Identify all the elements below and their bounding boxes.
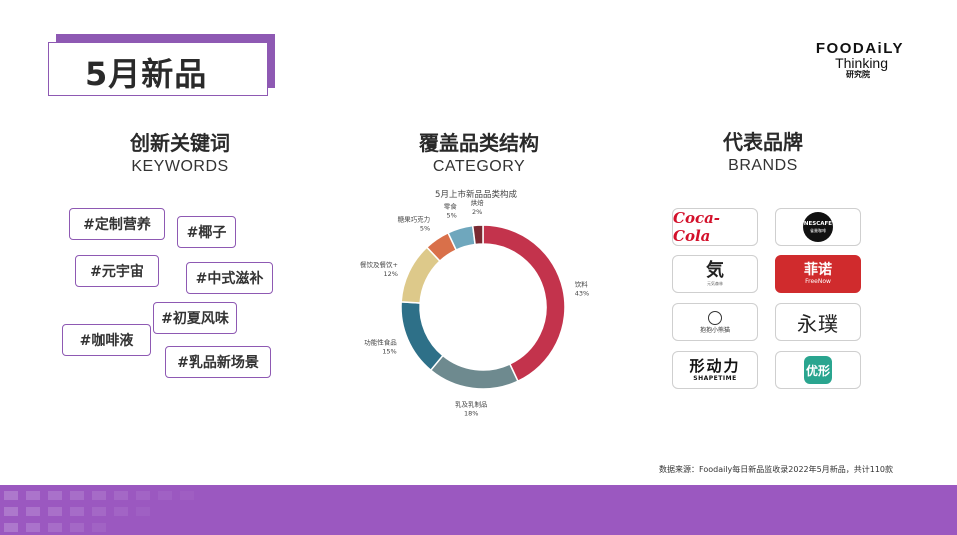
brands-heading: 代表品牌 BRANDS — [663, 129, 863, 177]
brands-heading-cn: 代表品牌 — [723, 130, 803, 154]
panda-icon — [708, 310, 722, 325]
coca-cola-logo: Coca-Cola — [673, 209, 721, 245]
keywords-heading-en: KEYWORDS — [131, 158, 229, 175]
nescafe-logo: NESCAFE 雀巢咖啡 — [803, 212, 833, 242]
footer-decor-square — [4, 491, 18, 500]
footer-decor-square — [26, 491, 40, 500]
slice-category-label: 乳及乳制品 — [455, 399, 488, 408]
foodaily-logo: FOODAiLY Thinking 研究院 — [804, 40, 904, 80]
footer-decor-square — [70, 491, 84, 500]
slice-category-label: 糖果巧克力 — [398, 214, 431, 223]
freenow-sub: FreeNow — [805, 278, 831, 285]
footer-decor-square — [92, 523, 106, 532]
slice-value-label: 18% — [464, 409, 478, 417]
keyword-tag: #中式滋补 — [186, 262, 273, 294]
logo-line1: FOODAiLY — [815, 40, 904, 57]
keywords-heading-cn: 创新关键词 — [130, 131, 230, 155]
brand-nescafe: NESCAFE 雀巢咖啡 — [775, 208, 861, 246]
brand-freenow: 菲诺 FreeNow — [775, 255, 861, 293]
brand-shapetime: 形动力 SHAPETIME — [672, 351, 758, 389]
keyword-tag: #初夏风味 — [153, 302, 237, 334]
footer-decor-square — [114, 507, 128, 516]
donut-slice-2 — [400, 301, 444, 372]
yongpu-logo: 永璞 — [797, 311, 839, 336]
category-heading: 覆盖品类结构 CATEGORY — [379, 130, 579, 178]
donut-slice-6 — [471, 224, 484, 246]
genki-forest-sub: 元気森林 — [707, 281, 723, 286]
footer-decor-square — [136, 507, 150, 516]
panda-brand-logo: 抱抱小熊猫 — [699, 326, 730, 334]
footer-decor-square — [92, 507, 106, 516]
footer-decor-square — [114, 491, 128, 500]
slice-value-label: 15% — [382, 347, 396, 355]
slice-category-label: 功能性食品 — [364, 337, 397, 346]
slice-category-label: 烘焙 — [471, 198, 485, 207]
logo-line2: Thinking — [835, 55, 888, 71]
footer-decor-square — [4, 523, 18, 532]
brand-coca-cola: Coca-Cola — [672, 208, 758, 246]
keyword-tag: #乳品新场景 — [165, 346, 271, 378]
shapetime-logo: 形动力 — [689, 357, 741, 375]
nescafe-name: NESCAFE — [803, 221, 833, 227]
keyword-tag: #定制营养 — [69, 208, 165, 240]
footer-decor-square — [4, 507, 18, 516]
title-box: 5月新品 — [48, 42, 268, 96]
footer-decor-square — [158, 491, 172, 500]
shapetime-sub: SHAPETIME — [693, 375, 737, 382]
category-heading-cn: 覆盖品类结构 — [419, 131, 539, 155]
footer-decor-square — [48, 491, 62, 500]
nescafe-sub: 雀巢咖啡 — [810, 228, 826, 233]
freenow-logo: 菲诺 — [804, 262, 832, 278]
brand-panda: 抱抱小熊猫 — [672, 303, 758, 341]
slice-value-label: 5% — [446, 212, 456, 220]
donut-slice-1 — [429, 354, 519, 390]
slice-category-label: 饮料 — [575, 279, 589, 288]
footer-decor-square — [26, 523, 40, 532]
footer-decor-square — [26, 507, 40, 516]
slice-category-label: 餐饮及餐饮+ — [360, 260, 398, 269]
footer-decor-square — [92, 491, 106, 500]
slice-value-label: 2% — [472, 208, 482, 216]
slice-value-label: 5% — [420, 224, 430, 232]
genki-forest-logo: 気 — [706, 260, 724, 281]
category-heading-en: CATEGORY — [432, 158, 526, 175]
brand-genki-forest: 気 元気森林 — [672, 255, 758, 293]
brands-heading-en: BRANDS — [728, 157, 798, 174]
footer-decor-square — [48, 507, 62, 516]
keywords-heading: 创新关键词 KEYWORDS — [80, 130, 280, 178]
footer-decor-square — [70, 507, 84, 516]
category-donut-chart: 5月上市新品品类构成 饮料43%乳及乳制品18%功能性食品15%餐饮及餐饮+12… — [360, 189, 589, 417]
slice-value-label: 43% — [575, 289, 589, 297]
brand-youxing: 优形 — [775, 351, 861, 389]
data-source-note: 数据来源：Foodaily每日新品监收录2022年5月新品，共计110款 — [659, 465, 893, 474]
youxing-logo: 优形 — [804, 356, 832, 384]
footer-decor-square — [48, 523, 62, 532]
slice-value-label: 12% — [383, 270, 397, 278]
page-title: 5月新品 — [85, 55, 208, 93]
footer-decor-square — [70, 523, 84, 532]
keyword-tag: #椰子 — [177, 216, 236, 248]
footer-decor-square — [180, 491, 194, 500]
brand-yongpu: 永璞 — [775, 303, 861, 341]
slice-category-label: 零食 — [444, 202, 458, 211]
keyword-tag: #元宇宙 — [75, 255, 159, 287]
donut-slice-0 — [482, 224, 566, 383]
footer-band — [0, 485, 957, 535]
footer-decor-square — [136, 491, 150, 500]
keyword-tag: #咖啡液 — [62, 324, 151, 356]
logo-line3: 研究院 — [846, 70, 870, 79]
